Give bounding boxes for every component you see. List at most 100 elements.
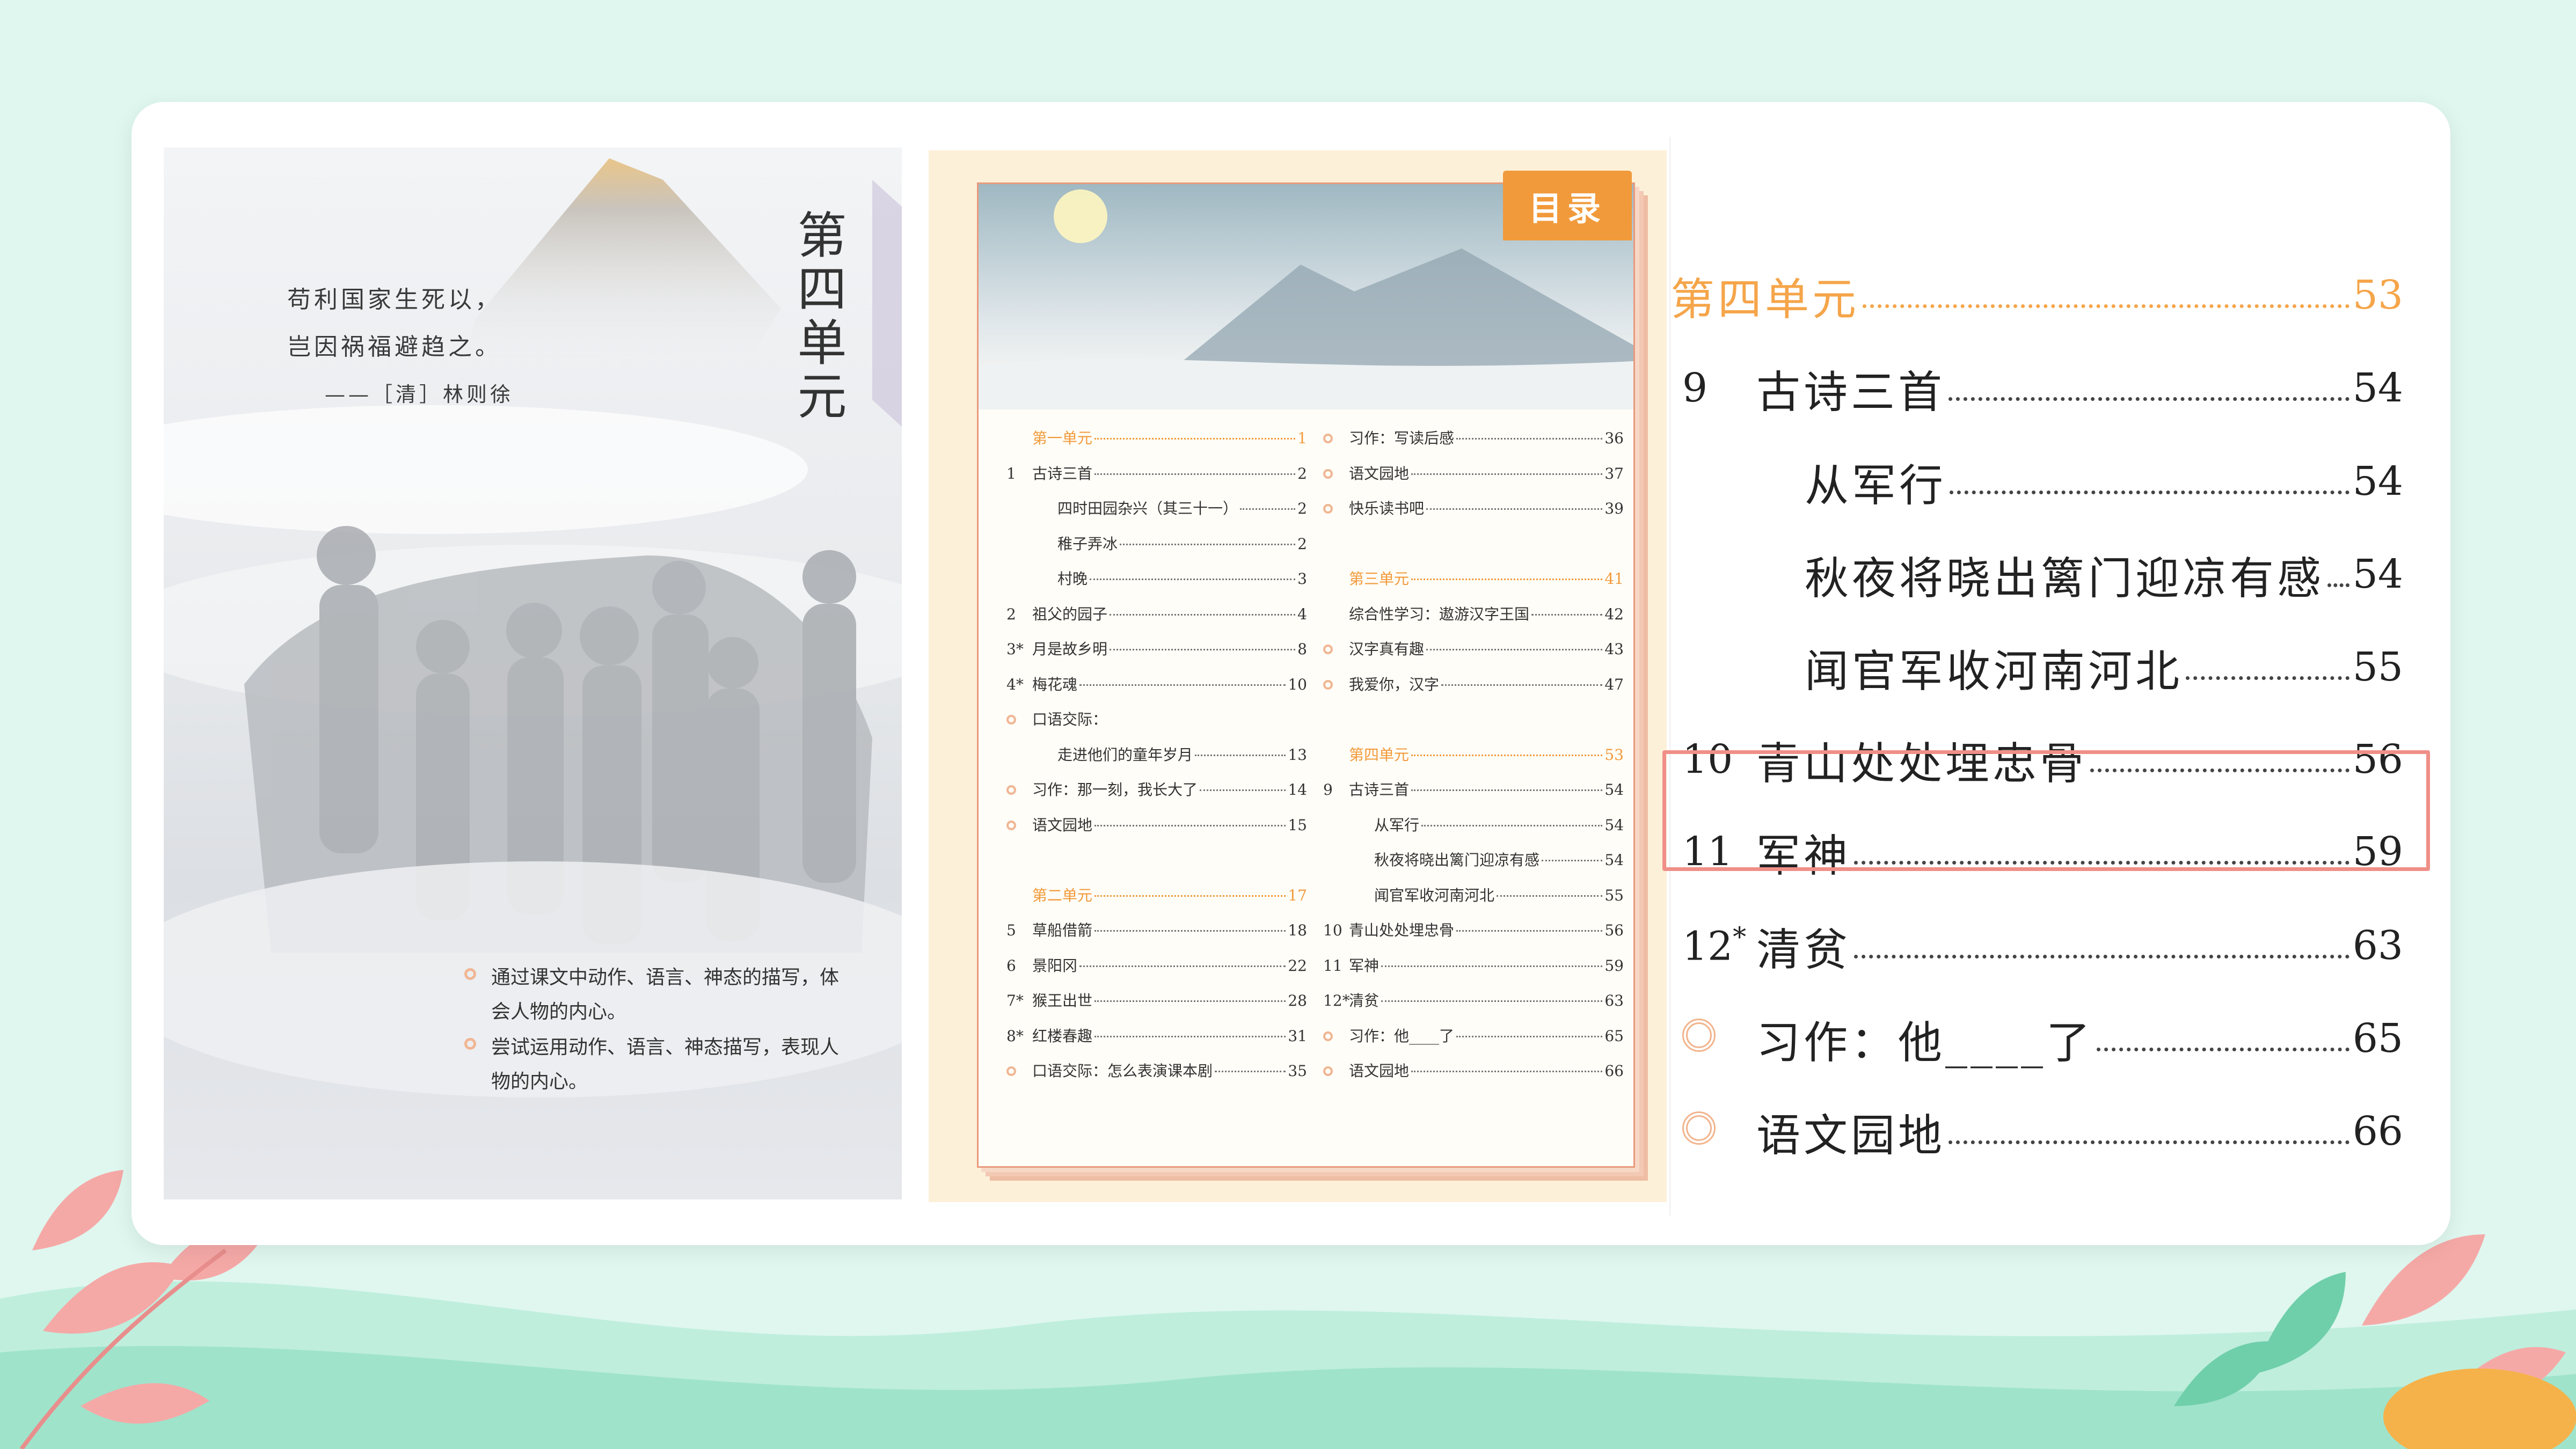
contents-entry-label: 语文园地 — [1032, 816, 1093, 834]
contents-page-number: 22 — [1288, 956, 1307, 975]
contents-row: 口语交际： — [1006, 708, 1307, 743]
circle-bullet-icon — [1682, 1111, 1716, 1145]
cover-poem: 苟利国家生死以， 岂因祸福避趋之。 ——［清］林则徐 — [287, 276, 514, 418]
contents-entry-label: 第三单元 — [1349, 570, 1410, 588]
contents-unit-row: 第二单元 17 — [1006, 884, 1307, 919]
contents-page-number: 18 — [1288, 921, 1307, 939]
contents-row: 汉字真有趣 43 — [1323, 638, 1624, 673]
circle-bullet-icon — [464, 968, 476, 980]
contents-row — [1323, 532, 1624, 568]
contents-entry-label: 口语交际：怎么表演课本剧 — [1032, 1062, 1213, 1080]
contents-page-number: 15 — [1288, 816, 1307, 834]
contents-entry-label: 语文园地 — [1349, 1062, 1410, 1080]
goal-item: 尝试运用动作、语言、神态描写，表现人物的内心。 — [464, 1030, 851, 1099]
contents-page-number: 66 — [1604, 1062, 1624, 1080]
contents-row: 3* 月是故乡明 8 — [1006, 638, 1307, 673]
contents-entry-label: 稚子弄冰 — [1057, 535, 1118, 553]
contents-row — [1323, 708, 1624, 743]
contents-row: 语文园地 37 — [1323, 462, 1624, 497]
contents-page-number: 1 — [1297, 429, 1307, 447]
contents-page-number: 35 — [1288, 1062, 1307, 1080]
contents-page-number: 54 — [1604, 851, 1624, 869]
contents-entry-label: 第四单元 — [1349, 745, 1410, 764]
contents-page-number: 28 — [1288, 992, 1307, 1009]
poem-line: 岂因祸福避趋之。 — [287, 333, 502, 361]
poem-line: 苟利国家生死以， — [287, 286, 502, 313]
contents-banner: 目录 — [1503, 171, 1632, 240]
contents-column-left: 第一单元 1 1 古诗三首 2 四时田园杂兴（其三十一） 2 稚子弄冰 2 村晚 3 2 祖父的园子 4 3… — [1006, 427, 1307, 1095]
contents-row: 语文园地 15 — [1006, 814, 1307, 849]
contents-row: 口语交际：怎么表演课本剧 35 — [1006, 1059, 1307, 1095]
contents-page-number: 53 — [1604, 745, 1624, 764]
goal-item: 通过课文中动作、语言、神态的描写，体会人物的内心。 — [464, 961, 851, 1029]
contents-row: 4* 梅花魂 10 — [1006, 673, 1307, 708]
contents-row: 闻官军收河南河北 55 — [1323, 884, 1624, 919]
contents-row: 2 祖父的园子 4 — [1006, 603, 1307, 638]
contents-row: 走进他们的童年岁月 13 — [1006, 743, 1307, 779]
unit-goals: 通过课文中动作、语言、神态的描写，体会人物的内心。 尝试运用动作、语言、神态描写… — [464, 961, 851, 1100]
circle-bullet-icon — [464, 1038, 476, 1050]
zoom-poem-row: 闻官军收河南河北 55 — [1805, 644, 2403, 697]
contents-entry-label: 走进他们的童年岁月 — [1057, 745, 1193, 764]
contents-row: 习作：写读后感 36 — [1323, 427, 1624, 462]
contents-row: 6 景阳冈 22 — [1006, 954, 1307, 990]
unit-cover-page: 第四单元 苟利国家生死以， 岂因祸福避趋之。 ——［清］林则徐 通过课文中动作、… — [164, 148, 902, 1199]
contents-page-number: 59 — [1604, 956, 1624, 975]
contents-entry-label: 猴王出世 — [1032, 992, 1093, 1009]
zoom-activity-row: 语文园地 66 — [1670, 1094, 2403, 1169]
contents-page-number: 39 — [1604, 500, 1624, 517]
circle-bullet-icon — [1323, 679, 1333, 690]
zoom-lesson-row: 12* 清贫 63 — [1682, 921, 2403, 976]
contents-entry-label: 祖父的园子 — [1032, 605, 1108, 623]
contents-page-number: 10 — [1288, 675, 1307, 693]
contents-row: 10 青山处处埋忠骨 56 — [1323, 919, 1624, 954]
contents-entry-label: 习作：那一刻，我长大了 — [1032, 781, 1198, 799]
contents-row: 习作：那一刻，我长大了 14 — [1006, 778, 1307, 814]
contents-row: 5 草船借箭 18 — [1006, 919, 1307, 954]
contents-row: 秋夜将晓出篱门迎凉有感 54 — [1323, 848, 1624, 884]
contents-row: 四时田园杂兴（其三十一） 2 — [1006, 497, 1307, 532]
contents-unit-row: 第四单元 53 — [1323, 743, 1624, 779]
circle-bullet-icon — [1323, 434, 1333, 443]
unit-title: 第四单元 — [789, 209, 846, 424]
contents-page-number: 36 — [1604, 429, 1624, 447]
contents-page-number: 3 — [1297, 570, 1307, 588]
contents-entry-label: 清贫 — [1349, 992, 1380, 1009]
contents-page-number: 54 — [1604, 816, 1624, 834]
contents-row: 我爱你，汉字 47 — [1323, 673, 1624, 708]
contents-entry-label: 快乐读书吧 — [1349, 500, 1425, 517]
contents-row: 村晚 3 — [1006, 567, 1307, 603]
contents-page-number: 17 — [1288, 886, 1307, 904]
contents-row: 12* 清贫 63 — [1323, 989, 1624, 1024]
contents-row: 快乐读书吧 39 — [1323, 497, 1624, 532]
contents-entry-label: 语文园地 — [1349, 464, 1410, 482]
circle-bullet-icon — [1006, 785, 1016, 795]
contents-row: 语文园地 66 — [1323, 1059, 1624, 1095]
circle-bullet-icon — [1323, 469, 1333, 479]
contents-page-number: 31 — [1288, 1027, 1307, 1045]
contents-entry-label: 秋夜将晓出篱门迎凉有感 — [1374, 851, 1540, 869]
zoom-unit-row: 第四单元 53 — [1670, 272, 2403, 325]
contents-row — [1006, 848, 1307, 884]
contents-entry-label: 口语交际： — [1032, 711, 1108, 728]
contents-entry-label: 草船借箭 — [1032, 921, 1093, 939]
contents-row: 从军行 54 — [1323, 814, 1624, 849]
zoom-lesson-row: 9 古诗三首 54 — [1682, 365, 2403, 418]
contents-page-number: 54 — [1604, 781, 1624, 799]
contents-row: 稚子弄冰 2 — [1006, 532, 1307, 568]
circle-bullet-icon — [1323, 1066, 1333, 1076]
contents-page-number: 65 — [1604, 1027, 1624, 1045]
contents-entry-label: 第一单元 — [1032, 429, 1093, 447]
contents-row: 11 军神 59 — [1323, 954, 1624, 990]
circle-bullet-icon — [1006, 820, 1016, 830]
contents-page-number: 37 — [1604, 464, 1624, 482]
contents-page-number: 42 — [1604, 605, 1624, 623]
contents-page-number: 2 — [1297, 500, 1307, 517]
contents-column-right: 习作：写读后感 36 语文园地 37 快乐读书吧 39 第三单元 41 综合性学习：遨游汉字王国… — [1323, 427, 1624, 1095]
contents-entry-label: 村晚 — [1057, 570, 1088, 588]
contents-page-number: 56 — [1604, 921, 1624, 939]
contents-entry-label: 古诗三首 — [1032, 464, 1093, 482]
contents-entry-label: 月是故乡明 — [1032, 640, 1108, 658]
contents-page-number: 63 — [1604, 992, 1624, 1009]
contents-entry-label: 我爱你，汉字 — [1349, 675, 1440, 693]
